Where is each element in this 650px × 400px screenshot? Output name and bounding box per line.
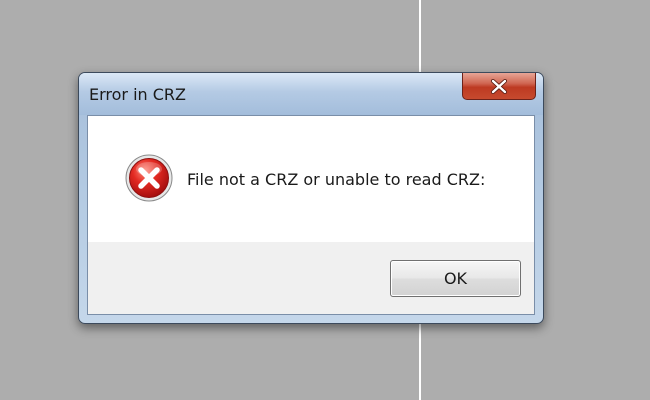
window-title: Error in CRZ — [89, 85, 187, 104]
close-button[interactable] — [462, 73, 536, 100]
close-x-icon — [491, 78, 507, 94]
title-bar[interactable]: Error in CRZ — [79, 73, 543, 115]
ok-button[interactable]: OK — [390, 260, 521, 297]
error-message: File not a CRZ or unable to read CRZ: — [187, 170, 486, 189]
dialog-client-area: File not a CRZ or unable to read CRZ: OK — [87, 115, 535, 315]
message-area: File not a CRZ or unable to read CRZ: — [88, 116, 534, 242]
error-icon — [125, 154, 173, 202]
error-dialog: Error in CRZ File not a CRZ or unable to… — [78, 72, 544, 324]
button-bar: OK — [88, 242, 534, 314]
